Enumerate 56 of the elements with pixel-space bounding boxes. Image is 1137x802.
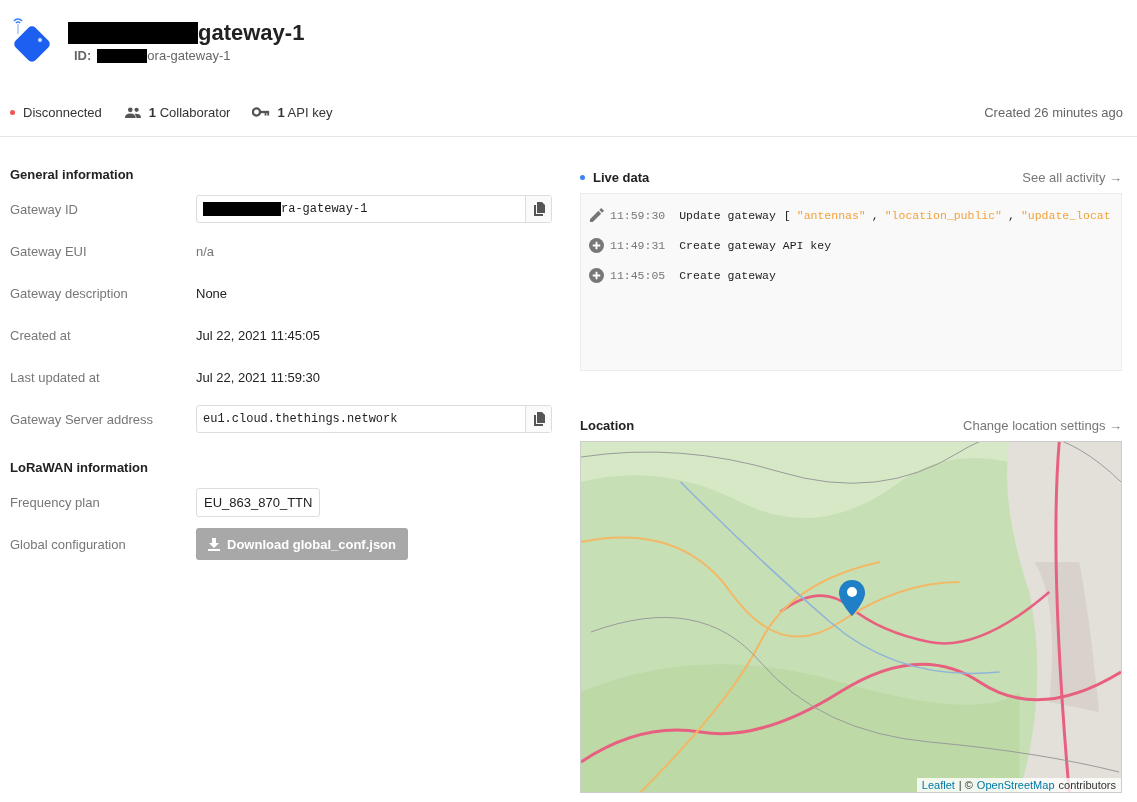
event-time: 11:59:30 [610,208,666,222]
event-detail: "location_public" [884,208,1002,222]
gateway-id: ora-gateway-1 [147,48,231,63]
people-icon [123,106,142,118]
key-icon [252,107,271,117]
attribution-link[interactable]: OpenStreetMap [976,779,1055,791]
section-heading: General information [10,167,135,182]
event-detail: , [1008,208,1015,222]
api-keys-link[interactable]: 1 API key [277,104,333,120]
copy-button[interactable] [525,196,551,222]
event-detail: "update_locat [1020,208,1111,222]
event-time: 11:45:05 [610,268,666,282]
id-label: ID: [74,48,92,63]
copy-field[interactable]: ra-gateway-1 [196,195,552,223]
event-detail: , [871,208,879,222]
field-label: Gateway description [10,285,129,301]
copy-icon [532,412,545,426]
field-label: Gateway EUI [10,243,88,259]
field-label: Frequency plan [10,494,101,510]
collaborators-link[interactable]: 1 Collaborator [148,104,231,120]
copy-icon [532,202,545,216]
created-time: Created 26 minutes ago [984,104,1123,120]
event-time: 11:49:31 [610,238,666,252]
attribution-text: | © [958,779,973,791]
pencil-icon [589,207,604,223]
frequency-plan-value: EU_863_870_TTN [196,487,321,517]
event-detail: "antennas" [796,208,866,222]
section-heading: LoRaWAN information [10,460,149,475]
event-message: Create gateway API key [679,238,832,252]
field-label: Last updated at [10,369,101,385]
field-label: Global configuration [10,536,127,552]
event-message: Create gateway [679,268,776,282]
download-icon [208,537,220,551]
map-pin-icon[interactable] [839,580,865,616]
plus-circle-icon [589,237,604,253]
field-value: Jul 22, 2021 11:59:30 [196,369,321,385]
connection-status: Disconnected [23,104,102,120]
plus-circle-icon [589,267,604,283]
copy-button[interactable] [525,406,551,432]
attribution-link[interactable]: Leaflet [921,779,955,791]
field-label: Created at [10,327,72,343]
gateway-title: gateway-1 [198,20,305,46]
field-label: Gateway ID [10,201,79,217]
section-heading: Live data [593,169,650,185]
field-value: n/a [196,243,215,259]
see-all-activity-link[interactable]: See all activity → [1022,169,1122,185]
event-detail: [ [783,208,791,222]
copy-field[interactable]: eu1.cloud.thethings.network [196,405,552,433]
field-label: Gateway Server address [10,411,155,427]
change-location-link[interactable]: Change location settings → [963,417,1122,433]
field-value: Jul 22, 2021 11:45:05 [196,327,321,343]
section-heading: Location [580,417,635,433]
live-indicator-icon [580,174,585,180]
event-message: Update gateway [679,208,776,222]
attribution-text: contributors [1058,779,1116,791]
field-value: None [196,285,228,301]
